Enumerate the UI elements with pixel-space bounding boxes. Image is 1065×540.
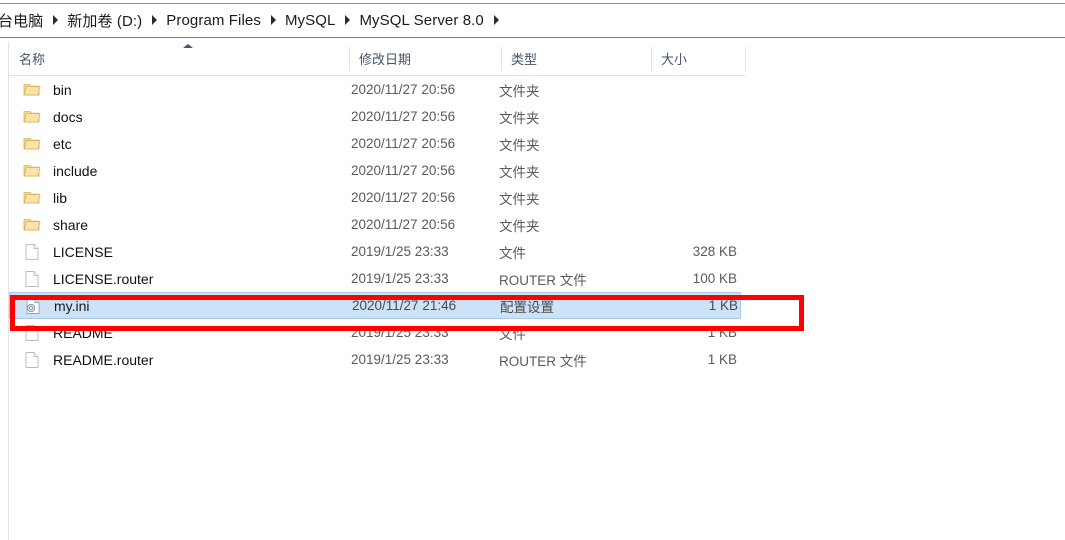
file-date: 2020/11/27 20:56	[351, 82, 456, 97]
column-divider[interactable]	[745, 47, 746, 71]
table-row[interactable]: LICENSE.router 2019/1/25 23:33 ROUTER 文件…	[9, 265, 741, 292]
breadcrumb[interactable]: 台电脑 新加卷 (D:) Program Files MySQL MySQL S…	[0, 5, 1065, 36]
file-type: ROUTER 文件	[499, 272, 587, 288]
file-date: 2019/1/25 23:33	[351, 352, 449, 367]
file-type: 文件	[499, 326, 526, 342]
file-size: 100 KB	[692, 271, 737, 286]
table-row-selected[interactable]: my.ini 2020/11/27 21:46 配置设置 1 KB	[9, 292, 741, 319]
breadcrumb-item-3[interactable]: MySQL	[284, 12, 337, 29]
window-top-divider	[0, 3, 1065, 4]
table-row[interactable]: README 2019/1/25 23:33 文件 1 KB	[9, 319, 741, 346]
column-header-type-label: 类型	[511, 52, 538, 67]
column-header-size-label: 大小	[661, 52, 688, 67]
file-type: 文件夹	[499, 218, 540, 234]
file-date: 2020/11/27 20:56	[351, 190, 456, 205]
file-type: 文件	[499, 245, 526, 261]
config-file-icon	[24, 297, 42, 315]
chevron-right-icon	[52, 14, 59, 25]
folder-icon	[23, 216, 41, 234]
file-name: LICENSE	[53, 243, 113, 260]
file-name: lib	[53, 189, 68, 206]
file-name: share	[53, 216, 89, 233]
folder-icon	[23, 189, 41, 207]
file-icon	[23, 351, 41, 369]
file-date: 2019/1/25 23:33	[351, 271, 449, 286]
table-row[interactable]: lib 2020/11/27 20:56 文件夹	[9, 184, 741, 211]
file-name: LICENSE.router	[53, 270, 154, 287]
file-size: 1 KB	[708, 298, 738, 313]
file-name: my.ini	[54, 297, 90, 314]
file-date: 2020/11/27 20:56	[351, 217, 456, 232]
file-name: README.router	[53, 351, 154, 368]
breadcrumb-item-0[interactable]: 台电脑	[0, 10, 44, 31]
column-header-type[interactable]: 类型	[501, 42, 651, 75]
file-icon	[23, 270, 41, 288]
column-header-size[interactable]: 大小	[651, 42, 745, 75]
column-header-date[interactable]: 修改日期	[349, 42, 501, 75]
table-row[interactable]: etc 2020/11/27 20:56 文件夹	[9, 130, 741, 157]
column-header-name[interactable]: 名称	[9, 42, 349, 75]
table-row[interactable]: docs 2020/11/27 20:56 文件夹	[9, 103, 741, 130]
file-name: bin	[53, 81, 72, 98]
file-icon	[23, 243, 41, 261]
column-header-row: 名称 修改日期 类型 大小	[9, 42, 746, 76]
chevron-right-icon	[344, 14, 351, 25]
file-name: include	[53, 162, 98, 179]
folder-icon	[23, 108, 41, 126]
column-header-date-label: 修改日期	[359, 52, 412, 67]
table-row[interactable]: README.router 2019/1/25 23:33 ROUTER 文件 …	[9, 346, 741, 373]
table-row[interactable]: bin 2020/11/27 20:56 文件夹	[9, 76, 741, 103]
file-icon	[23, 324, 41, 342]
file-name: README	[53, 324, 113, 341]
table-row[interactable]: LICENSE 2019/1/25 23:33 文件 328 KB	[9, 238, 741, 265]
file-name: docs	[53, 108, 83, 125]
file-type: ROUTER 文件	[499, 353, 587, 369]
folder-icon	[23, 81, 41, 99]
file-size: 1 KB	[707, 325, 737, 340]
column-header-name-label: 名称	[19, 52, 46, 67]
file-type: 配置设置	[500, 299, 554, 315]
file-list-rows: bin 2020/11/27 20:56 文件夹 docs 2020/11/27…	[9, 76, 1058, 373]
chevron-right-icon	[493, 14, 500, 25]
explorer-window: 台电脑 新加卷 (D:) Program Files MySQL MySQL S…	[0, 0, 1065, 540]
breadcrumb-item-1[interactable]: 新加卷 (D:)	[66, 10, 143, 31]
breadcrumb-item-4[interactable]: MySQL Server 8.0	[358, 12, 484, 29]
file-type: 文件夹	[499, 83, 540, 99]
file-size: 1 KB	[707, 352, 737, 367]
table-row[interactable]: include 2020/11/27 20:56 文件夹	[9, 157, 741, 184]
address-bar-divider	[0, 37, 1065, 38]
file-date: 2020/11/27 21:46	[352, 298, 457, 313]
file-date: 2020/11/27 20:56	[351, 163, 456, 178]
table-row[interactable]: share 2020/11/27 20:56 文件夹	[9, 211, 741, 238]
file-date: 2020/11/27 20:56	[351, 109, 456, 124]
folder-icon	[23, 135, 41, 153]
file-list-view: 名称 修改日期 类型 大小 bin 2020/11/27 20:56 文件夹 d…	[8, 42, 1065, 540]
file-date: 2019/1/25 23:33	[351, 244, 449, 259]
chevron-right-icon	[270, 14, 277, 25]
chevron-right-icon	[151, 14, 158, 25]
breadcrumb-item-2[interactable]: Program Files	[165, 12, 262, 29]
file-name: etc	[53, 135, 72, 152]
file-date: 2020/11/27 20:56	[351, 136, 456, 151]
file-type: 文件夹	[499, 110, 540, 126]
file-date: 2019/1/25 23:33	[351, 325, 449, 340]
file-type: 文件夹	[499, 191, 540, 207]
file-type: 文件夹	[499, 137, 540, 153]
file-size: 328 KB	[692, 244, 737, 259]
folder-icon	[23, 162, 41, 180]
file-type: 文件夹	[499, 164, 540, 180]
